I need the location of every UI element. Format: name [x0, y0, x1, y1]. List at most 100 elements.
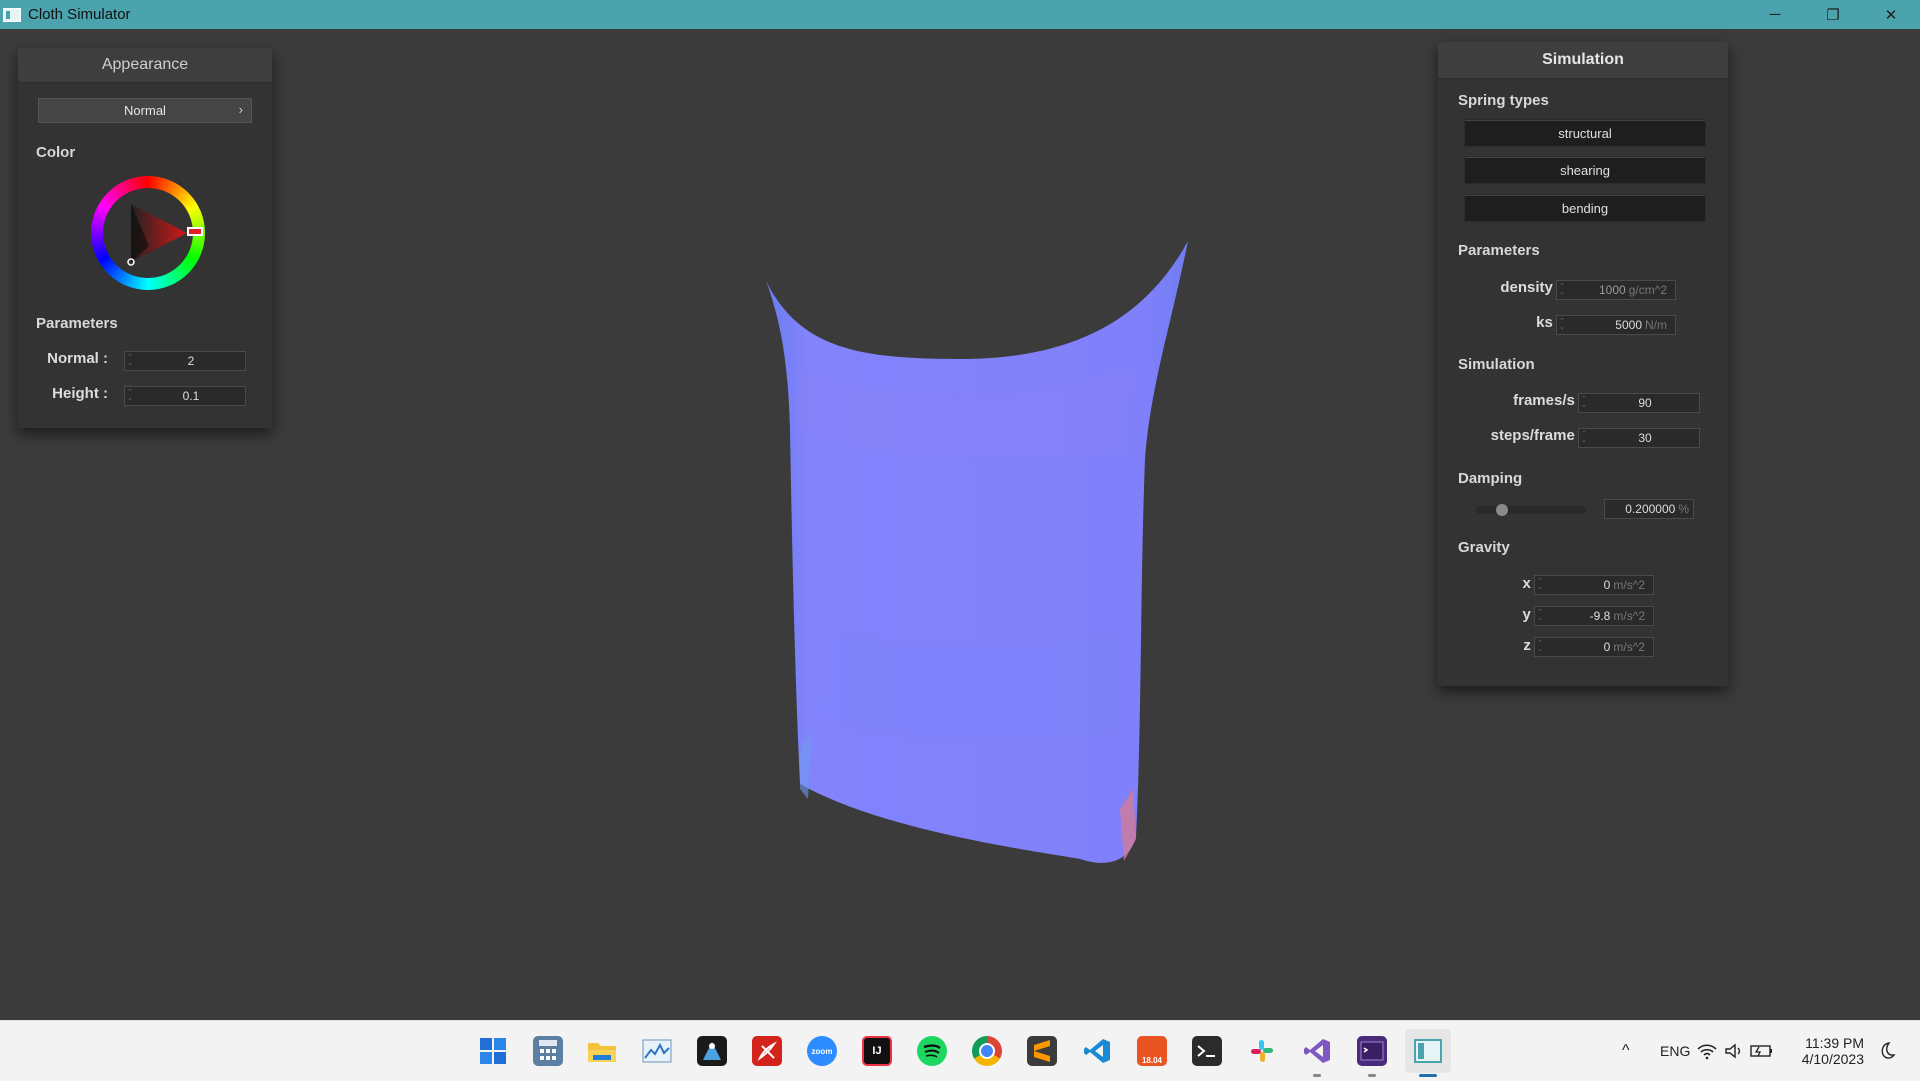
steps-value: 30	[1638, 431, 1652, 445]
height-field[interactable]: ⌃ ⌄ 0.1	[124, 386, 246, 406]
gravity-z-field[interactable]: ⌃ ⌄ 0 m/s^2	[1534, 637, 1654, 657]
density-unit: g/cm^2	[1628, 283, 1667, 297]
gravity-y-label: y :	[1522, 606, 1540, 623]
start-icon[interactable]	[478, 1036, 508, 1066]
shearing-button[interactable]: shearing	[1464, 156, 1706, 184]
spin-arrows-icon[interactable]: ⌃ ⌄	[1537, 640, 1547, 653]
acrobat-icon[interactable]	[752, 1036, 782, 1066]
zoom-icon[interactable]: zoom	[807, 1036, 837, 1066]
wifi-icon	[1697, 1044, 1717, 1060]
cloth-simulator-icon[interactable]	[1413, 1036, 1443, 1066]
spin-arrows-icon[interactable]: ⌃ ⌄	[127, 389, 137, 402]
focus-assist-moon-icon[interactable]	[1876, 1041, 1896, 1061]
console-app-icon[interactable]	[1357, 1036, 1387, 1066]
normal-value: 2	[187, 354, 195, 368]
chrome-icon[interactable]	[972, 1036, 1002, 1066]
appearance-mode-select[interactable]: Normal ›	[38, 98, 252, 123]
spin-arrows-icon[interactable]: ⌃ ⌄	[1537, 609, 1547, 622]
fps-field[interactable]: ⌃ ⌄ 90	[1578, 393, 1700, 413]
damping-value: 0.200000	[1625, 502, 1676, 516]
normal-field[interactable]: ⌃ ⌄ 2	[124, 351, 246, 371]
spin-arrows-icon[interactable]: ⌃ ⌄	[1581, 396, 1591, 409]
appearance-params-label: Parameters	[36, 315, 118, 332]
spin-arrows-icon[interactable]: ⌃ ⌄	[1581, 431, 1591, 444]
height-label: Height :	[52, 385, 108, 402]
simulation-panel: Simulation Spring types structural shear…	[1438, 42, 1728, 686]
title-bar: Cloth Simulator ─ ❐ ✕	[0, 0, 1920, 29]
color-wheel[interactable]	[91, 176, 205, 290]
show-hidden-icons-button[interactable]: ^	[1608, 1042, 1644, 1060]
restore-button[interactable]: ❐	[1804, 0, 1862, 29]
density-label: density :	[1500, 279, 1562, 296]
damping-slider[interactable]	[1476, 504, 1586, 516]
gravity-z-label: z :	[1523, 637, 1540, 654]
intellij-icon[interactable]: IJ	[862, 1036, 892, 1066]
hue-handle[interactable]	[187, 227, 203, 236]
damping-field[interactable]: 0.200000 %	[1604, 499, 1694, 519]
volume-icon	[1725, 1043, 1741, 1059]
file-explorer-icon[interactable]	[587, 1036, 617, 1066]
close-button[interactable]: ✕	[1862, 0, 1920, 29]
normal-label: Normal :	[47, 350, 108, 367]
density-field[interactable]: ⌃ ⌄ 1000 g/cm^2	[1556, 280, 1676, 300]
ks-field[interactable]: ⌃ ⌄ 5000 N/m	[1556, 315, 1676, 335]
fps-label: frames/s :	[1513, 392, 1584, 409]
appearance-header: Appearance	[18, 48, 272, 83]
color-label: Color	[36, 144, 76, 161]
slack-icon[interactable]	[1247, 1036, 1277, 1066]
ks-label: ks :	[1536, 314, 1562, 331]
vscode-icon[interactable]	[1082, 1036, 1112, 1066]
visual-studio-running-indicator	[1313, 1074, 1321, 1077]
gravity-x-unit: m/s^2	[1613, 578, 1645, 592]
calculator-icon[interactable]	[533, 1036, 563, 1066]
spin-arrows-icon[interactable]: ⌃ ⌄	[1559, 283, 1569, 296]
sublime-icon[interactable]	[1027, 1036, 1057, 1066]
sim-section-label: Simulation	[1458, 356, 1535, 373]
structural-button[interactable]: structural	[1464, 119, 1706, 147]
gravity-label: Gravity	[1458, 539, 1510, 556]
fps-value: 90	[1638, 396, 1652, 410]
resource-monitor-icon[interactable]	[642, 1036, 672, 1066]
clock[interactable]: 11:39 PM 4/10/2023	[1798, 1021, 1864, 1081]
terminal-icon[interactable]	[1192, 1036, 1222, 1066]
height-value: 0.1	[182, 389, 200, 403]
appearance-mode-value: Normal	[124, 103, 166, 118]
gravity-y-unit: m/s^2	[1613, 609, 1645, 623]
ks-unit: N/m	[1645, 318, 1667, 332]
gravity-y-field[interactable]: ⌃ ⌄ -9.8 m/s^2	[1534, 606, 1654, 626]
density-value: 1000	[1598, 283, 1626, 297]
spin-arrows-icon[interactable]: ⌃ ⌄	[1537, 578, 1547, 591]
minimize-button[interactable]: ─	[1746, 0, 1804, 29]
spring-types-label: Spring types	[1458, 92, 1549, 109]
steps-field[interactable]: ⌃ ⌄ 30	[1578, 428, 1700, 448]
gravity-y-value: -9.8	[1589, 609, 1611, 623]
spotify-icon[interactable]	[917, 1036, 947, 1066]
gravity-x-value: 0	[1603, 578, 1611, 592]
cloth-simulator-running-indicator	[1419, 1074, 1437, 1077]
gravity-z-unit: m/s^2	[1613, 640, 1645, 654]
spin-arrows-icon[interactable]: ⌃ ⌄	[1559, 318, 1569, 331]
visual-studio-icon[interactable]	[1302, 1036, 1332, 1066]
gravity-x-field[interactable]: ⌃ ⌄ 0 m/s^2	[1534, 575, 1654, 595]
taskbar: zoom IJ 18.04 ^ ENG 11:39 PM 4/10/2023	[0, 1020, 1920, 1081]
spin-arrows-icon[interactable]: ⌃ ⌄	[127, 354, 137, 367]
app-icon	[3, 7, 21, 22]
console-app-running-indicator	[1368, 1074, 1376, 1077]
system-tray[interactable]	[1696, 1021, 1774, 1081]
damping-unit: %	[1678, 502, 1689, 516]
appearance-panel: Appearance Normal › Color Parameters Nor…	[18, 48, 272, 428]
ks-value: 5000	[1615, 318, 1642, 332]
damping-slider-knob[interactable]	[1495, 504, 1508, 516]
sim-params-label: Parameters	[1458, 242, 1540, 259]
bending-button[interactable]: bending	[1464, 194, 1706, 222]
damping-label: Damping	[1458, 470, 1523, 487]
clock-date: 4/10/2023	[1801, 1051, 1864, 1067]
steps-label: steps/frame :	[1490, 427, 1584, 444]
ubuntu-icon[interactable]: 18.04	[1137, 1036, 1167, 1066]
language-indicator[interactable]: ENG	[1648, 1043, 1702, 1059]
clock-time: 11:39 PM	[1805, 1035, 1864, 1051]
simulation-header: Simulation	[1438, 42, 1728, 79]
gravity-z-value: 0	[1603, 640, 1611, 654]
reader-icon[interactable]	[697, 1036, 727, 1066]
window-title: Cloth Simulator	[28, 6, 131, 23]
